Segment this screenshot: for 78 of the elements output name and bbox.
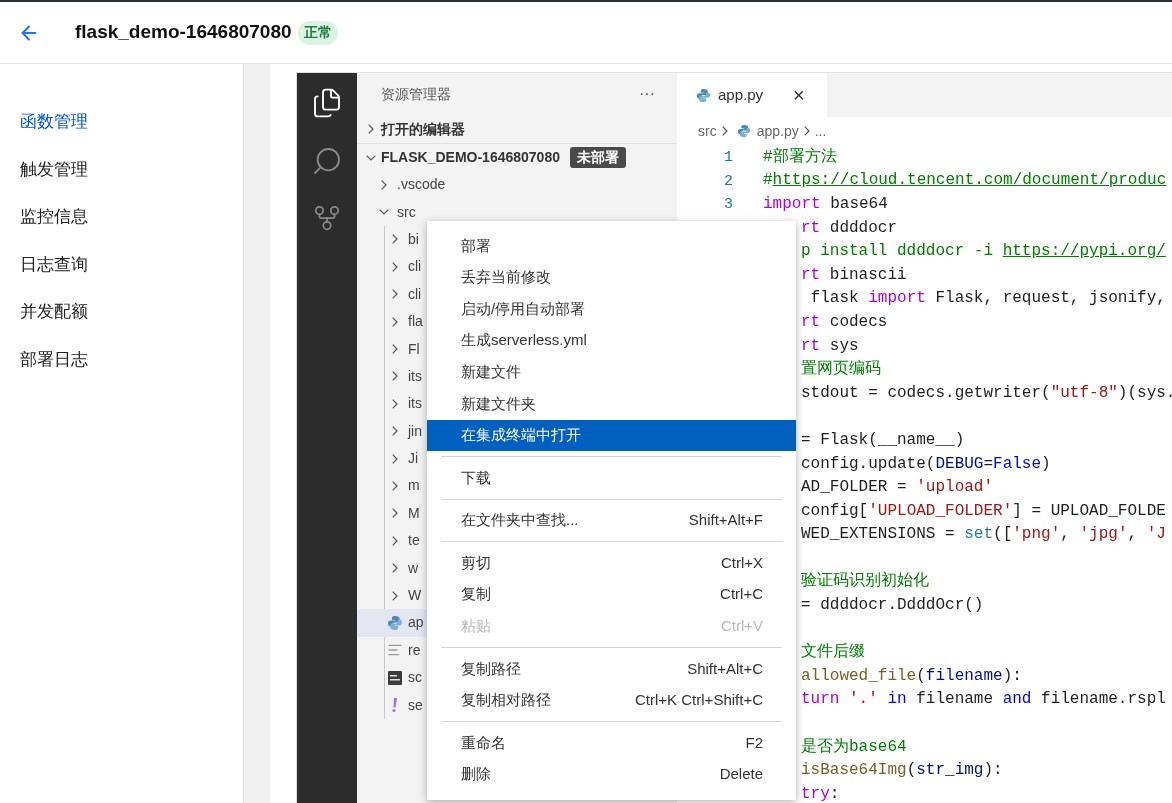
menu-shortcut: Ctrl+K Ctrl+Shift+C [635, 690, 763, 711]
menu-label: 下载 [461, 467, 491, 488]
code-line: rt sys [801, 335, 859, 357]
menu-label: 部署 [461, 235, 491, 256]
folder-name: Fl [408, 339, 420, 359]
code-line: rt ddddocr [801, 217, 897, 239]
section-title: 打开的编辑器 [381, 119, 465, 139]
explorer-title: 资源管理器 [381, 84, 451, 104]
folder-name: Ji [408, 449, 419, 469]
folder-name: cli [408, 284, 422, 304]
menu-shortcut: Ctrl+C [720, 584, 763, 605]
menu-label: 在文件夹中查找... [461, 510, 579, 531]
file-name: re [408, 640, 421, 660]
menu-label: 在集成终端中打开 [461, 425, 581, 446]
file-name: sc [408, 668, 422, 688]
menu-label: 复制路径 [461, 658, 521, 679]
file-name: ap [408, 613, 424, 633]
code-line: #部署方法 [763, 146, 837, 168]
folder-name: its [408, 366, 422, 386]
folder-name: te [408, 531, 420, 551]
code-line: rt codecs [801, 311, 888, 333]
code-line: import base64 [763, 194, 888, 215]
code-line: 文件后缀 [801, 641, 865, 664]
tab-label: app.py [718, 84, 764, 105]
code-line: flask import Flask, request, jsonify, [809, 288, 1166, 310]
line-number: 1 [724, 149, 733, 167]
folder-name: jin [408, 421, 422, 441]
code-line: 验证码识别初始化 [801, 570, 929, 593]
folder-name: src [397, 202, 416, 222]
menu-label: 复制 [461, 584, 491, 605]
code-line: WED_EXTENSIONS = set(['png', 'jpg', 'J [801, 524, 1166, 546]
status-badge: 正常 [297, 20, 338, 45]
menu-label: 生成serverless.yml [461, 330, 587, 351]
folder-name: fla [408, 312, 423, 332]
deploy-badge: 未部署 [570, 147, 626, 168]
code-line: 置网页编码 [801, 359, 881, 381]
folder-name: W [408, 586, 422, 606]
folder-name: .vscode [397, 175, 446, 195]
code-line: config['UPLOAD_FOLDER'] = UPLOAD_FOLDE [801, 500, 1166, 522]
folder-name: cli [408, 257, 422, 277]
menu-shortcut: Ctrl+X [720, 552, 763, 573]
code-line: rt binascii [801, 264, 907, 286]
folder-name: its [408, 394, 422, 414]
menu-shortcut: Delete [719, 764, 763, 785]
code-line: allowed_file(filename): [801, 665, 1022, 687]
menu-shortcut: Shift+Alt+F [688, 510, 763, 531]
page-title: flask_demo-1646807080 [75, 20, 292, 45]
folder-name: w [408, 558, 419, 578]
code-line: 是否为base64 [801, 736, 907, 758]
menu-label: 粘贴 [461, 616, 491, 637]
menu-label: 启动/停用自动部署 [461, 298, 586, 319]
menu-label: 新建文件夹 [461, 393, 536, 414]
line-number: 3 [724, 196, 733, 214]
menu-shortcut: Shift+Alt+C [687, 658, 763, 679]
menu-label: 删除 [461, 764, 491, 785]
project-title: FLASK_DEMO-1646807080 [381, 148, 560, 167]
code-line: = Flask(__name__) [801, 429, 965, 451]
code-line: try: [801, 783, 840, 803]
code-line: turn '.' in filename and filename.rspl [801, 689, 1166, 711]
code-line: = ddddocr.DdddOcr() [801, 595, 984, 617]
menu-label: 新建文件 [461, 361, 521, 382]
code-line: isBase64Img(str_img): [801, 760, 1003, 782]
folder-name: M [408, 503, 420, 523]
folder-name: m [408, 476, 420, 496]
menu-shortcut: Ctrl+V [720, 616, 763, 637]
menu-label: 丢弃当前修改 [461, 267, 551, 288]
menu-label: 剪切 [461, 552, 491, 573]
menu-label: 复制相对路径 [461, 690, 551, 711]
code-line: AD_FOLDER = 'upload' [801, 477, 994, 499]
menu-shortcut: F2 [745, 732, 763, 753]
code-line: p install ddddocr -i https://pypi.org/ [801, 241, 1166, 263]
code-line: stdout = codecs.getwriter("utf-8")(sys. [801, 382, 1172, 404]
code-line: config.update(DEBUG=False) [801, 453, 1051, 475]
code-line: #https://cloud.tencent.com/document/produc [763, 170, 1167, 192]
line-number: 2 [724, 172, 733, 190]
menu-label: 重命名 [461, 732, 506, 753]
file-name: se [408, 695, 423, 715]
folder-name: bi [408, 229, 419, 249]
